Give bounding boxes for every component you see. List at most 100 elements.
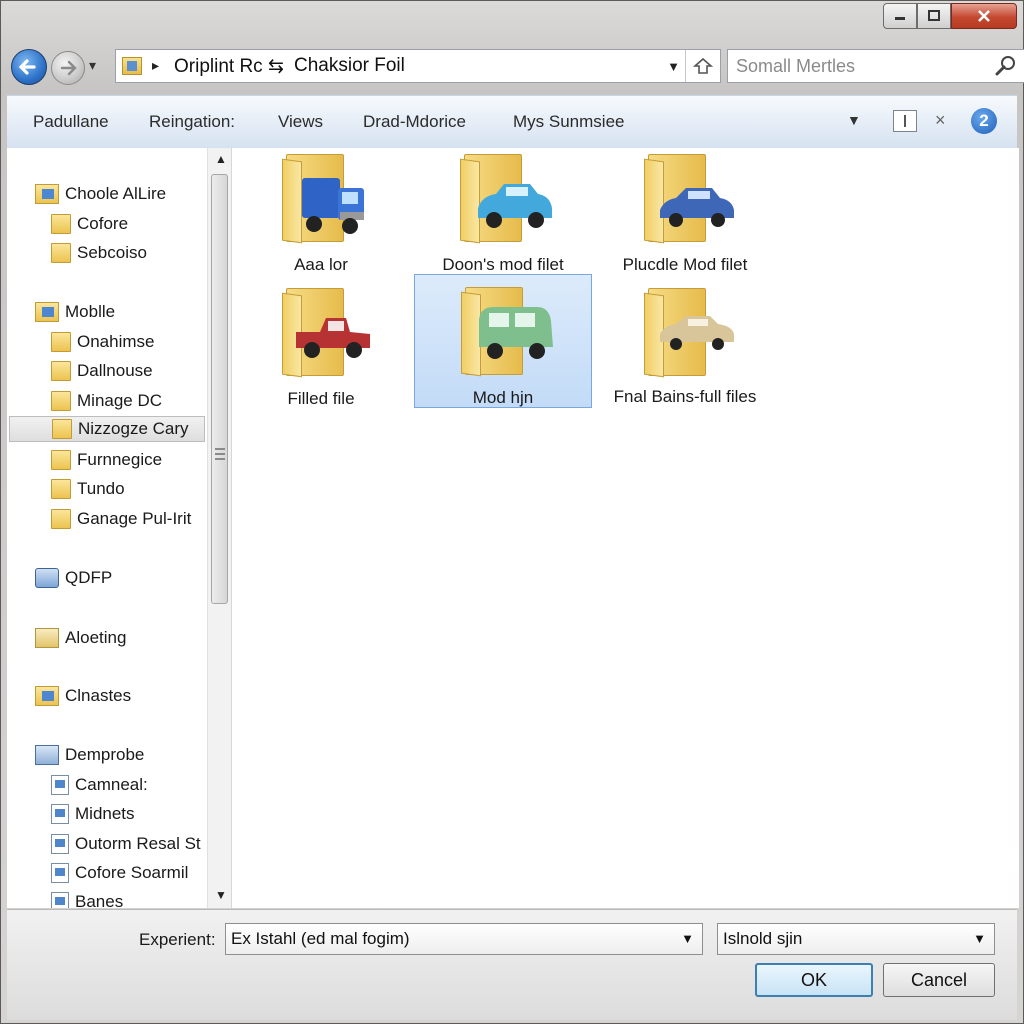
refresh-icon (693, 57, 713, 74)
tree-group-favorites[interactable]: Choole AlLire (35, 181, 166, 207)
tree-label: Clnastes (65, 686, 132, 705)
breadcrumb-item[interactable]: Oriplint Rc ⇆ (174, 55, 284, 78)
file-item[interactable]: Doon's mod filet (414, 148, 592, 282)
tree-group-computer[interactable]: Demprobe (35, 742, 144, 768)
tree-label: Outorm Resal St (75, 834, 201, 853)
navigation-pane: Choole AlLire Cofore Sebcoiso Moblle Ona… (7, 148, 232, 908)
toolbar-item-navigation[interactable]: Reingation: (149, 112, 235, 132)
file-item[interactable]: Fnal Bains-full files (596, 282, 774, 416)
tree-item[interactable]: Banes (51, 889, 123, 908)
folder-icon (51, 243, 71, 263)
tree-label: Camneal: (75, 775, 148, 794)
scroll-thumb[interactable] (211, 174, 228, 604)
tree-item[interactable]: Dallnouse (51, 358, 153, 384)
homegroup-icon (35, 628, 59, 648)
file-label: Mod hjn (472, 388, 534, 407)
tree-group-homegroup[interactable]: Aloeting (35, 625, 126, 651)
tree-item[interactable]: Outorm Resal St (51, 831, 201, 857)
back-arrow-icon (18, 59, 36, 75)
minimize-button[interactable] (883, 3, 917, 29)
address-dropdown-button[interactable]: ▼ (667, 59, 680, 74)
address-bar[interactable]: ▸ Oriplint Rc ⇆ Chaksior Foil ▼ (115, 49, 721, 83)
file-item[interactable]: Aaa lor (232, 148, 410, 282)
toolbar-item-views[interactable]: Views (278, 112, 323, 132)
scroll-down-button[interactable]: ▼ (215, 888, 227, 902)
scroll-up-button[interactable]: ▲ (215, 152, 227, 166)
help-icon[interactable]: 2 (971, 108, 997, 134)
folder-icon (51, 214, 71, 234)
file-item[interactable]: Filled file (232, 282, 410, 416)
tree-group-libraries[interactable]: Clnastes (35, 683, 131, 709)
tree-label: QDFP (65, 568, 113, 587)
tree-label: Nizzogze Cary (78, 419, 189, 438)
file-label: Aaa lor (294, 255, 348, 274)
blue-truck-icon (302, 178, 364, 234)
media-icon (51, 804, 69, 824)
tree-item[interactable]: Midnets (51, 801, 135, 827)
maximize-button[interactable] (917, 3, 951, 29)
tree-group-mobile[interactable]: Moblle (35, 299, 115, 325)
tree-scrollbar[interactable]: ▲ ▼ (207, 148, 231, 908)
tree-group-network[interactable]: QDFP (35, 565, 112, 591)
cancel-button[interactable]: Cancel (883, 963, 995, 997)
tree-label: Cofore (77, 214, 129, 233)
folder-icon (52, 419, 72, 439)
tree-item[interactable]: Onahimse (51, 329, 154, 355)
filetype-combo[interactable]: Islnold sjin ▼ (717, 923, 995, 955)
filename-combo[interactable]: Ex Istahl (ed mal fogim) ▼ (225, 923, 703, 955)
folder-icon (51, 450, 71, 470)
minimize-icon (895, 17, 905, 20)
search-input[interactable]: Somall Mertles (736, 56, 855, 77)
tree-item[interactable]: Sebcoiso (51, 240, 147, 266)
file-item[interactable]: Plucdle Mod filet (596, 148, 774, 282)
search-box[interactable]: Somall Mertles (727, 49, 1024, 83)
camera-icon (51, 775, 69, 795)
view-options-dropdown[interactable]: ▼ (847, 112, 861, 128)
blue-sedan-icon (660, 188, 734, 227)
chevron-down-icon[interactable]: ▼ (681, 931, 694, 946)
green-van-icon (479, 307, 553, 359)
folder-icon (51, 361, 71, 381)
tree-item[interactable]: Minage DC (51, 388, 162, 414)
beige-car-icon (660, 316, 734, 350)
close-pane-icon[interactable]: × (935, 110, 946, 131)
toolbar-item-mys[interactable]: Mys Sunmsiee (513, 112, 624, 132)
search-icon[interactable] (994, 54, 1018, 78)
library-folder-icon (35, 302, 59, 322)
chevron-down-icon[interactable]: ▼ (973, 931, 986, 946)
preview-pane-icon[interactable] (893, 110, 917, 132)
filename-value[interactable]: Ex Istahl (ed mal fogim) (231, 929, 410, 949)
tree-item[interactable]: Cofore (51, 211, 128, 237)
folder-icon (122, 57, 142, 75)
tree-item-selected[interactable]: Nizzogze Cary (9, 416, 205, 442)
command-toolbar: Padullane Reingation: Views Drad-Mdorice… (7, 95, 1017, 149)
forward-arrow-icon (60, 60, 77, 76)
app-icon (51, 892, 69, 908)
refresh-button[interactable] (685, 50, 720, 82)
network-icon (35, 568, 59, 588)
back-button[interactable] (11, 49, 47, 85)
file-list-view: Aaa lor Doon's mod filet Plucdle Mod fil… (232, 148, 1019, 908)
recent-pages-dropdown[interactable]: ▾ (89, 57, 96, 74)
libraries-icon (35, 686, 59, 706)
tree-item[interactable]: Cofore Soarmil (51, 860, 188, 886)
filetype-value[interactable]: Islnold sjin (723, 929, 802, 949)
tree-item[interactable]: Tundo (51, 476, 125, 502)
toolbar-item-drad[interactable]: Drad-Mdorice (363, 112, 466, 132)
favorites-folder-icon (35, 184, 59, 204)
tree-label: Choole AlLire (65, 184, 167, 203)
file-item-selected[interactable]: Mod hjn (414, 274, 592, 408)
tree-label: Midnets (75, 804, 135, 823)
file-label: Plucdle Mod filet (622, 255, 748, 274)
tree-item[interactable]: Ganage Pul-Irit (51, 506, 191, 532)
red-pickup-icon (296, 318, 370, 358)
forward-button[interactable] (51, 51, 85, 85)
ok-button[interactable]: OK (755, 963, 873, 997)
toolbar-item-organize[interactable]: Padullane (33, 112, 109, 132)
close-button[interactable] (951, 3, 1017, 29)
breadcrumb-current[interactable]: Chaksior Foil (294, 55, 405, 77)
tree-label: Sebcoiso (77, 243, 147, 262)
breadcrumb-separator[interactable]: ▸ (152, 57, 159, 74)
tree-item[interactable]: Furnnegice (51, 447, 162, 473)
tree-item[interactable]: Camneal: (51, 772, 148, 798)
